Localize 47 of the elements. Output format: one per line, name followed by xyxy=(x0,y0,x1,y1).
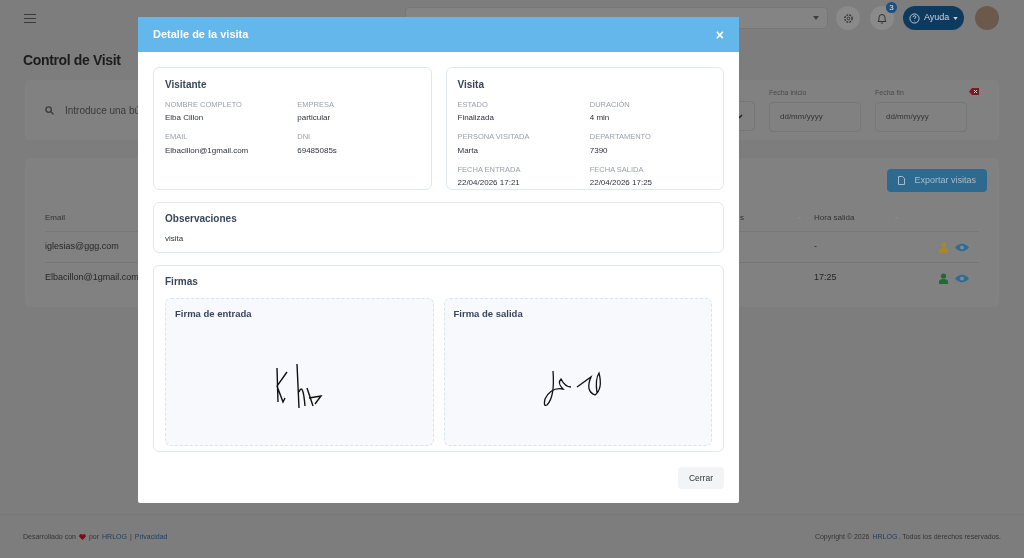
card-title: Visitante xyxy=(165,78,208,92)
card-title: Firmas xyxy=(165,275,199,289)
field-value: Elbacillon@1gmail.com xyxy=(165,144,250,157)
caret-icon xyxy=(813,16,819,20)
search-icon xyxy=(45,105,54,115)
close-button[interactable]: × xyxy=(715,27,724,42)
table-cell-text: 17:25 xyxy=(814,271,838,285)
page-title: Control de Visit xyxy=(23,51,122,70)
bell-icon xyxy=(877,12,887,24)
help-button[interactable]: Ayuda xyxy=(903,6,965,30)
settings-button[interactable] xyxy=(836,6,860,30)
column-header: Hora salida xyxy=(814,211,856,224)
menu-icon[interactable] xyxy=(24,13,36,23)
file-icon xyxy=(898,176,906,185)
export-button[interactable]: Exportar visitas xyxy=(887,169,987,192)
field-value: particular xyxy=(297,112,332,125)
caret-icon xyxy=(953,16,959,20)
eye-icon[interactable] xyxy=(955,242,969,252)
field-value: Finalizada xyxy=(457,112,495,125)
card-title: Visita xyxy=(457,78,485,92)
field-value: 69485085s xyxy=(297,144,338,157)
notification-badge: 3 xyxy=(886,2,897,13)
field-value: Marta xyxy=(457,144,479,157)
signature-title: Firma de entrada xyxy=(175,307,253,321)
date-field[interactable]: dd/mm/yyyy xyxy=(875,101,967,132)
table-cell-text: iglesias@ggg.com xyxy=(45,240,120,254)
help-icon xyxy=(909,12,920,24)
field-value: 22/04/2026 17:25 xyxy=(589,176,654,189)
field-value: Elba Cillon xyxy=(165,112,205,125)
field-value: 22/04/2026 17:21 xyxy=(457,176,521,189)
eye-icon[interactable] xyxy=(955,273,969,283)
date-field[interactable]: dd/mm/yyyy xyxy=(769,101,861,132)
observations-text: visita xyxy=(165,233,185,245)
close-modal-button[interactable]: Cerrar xyxy=(677,467,724,489)
chevron-icon xyxy=(736,113,743,119)
avatar[interactable] xyxy=(975,6,1000,30)
card-title: Observaciones xyxy=(165,212,238,226)
heart-icon xyxy=(78,534,86,541)
settings-icon xyxy=(842,12,854,24)
table-cell-text: Elbacillon@1gmail.com xyxy=(45,271,140,285)
field-value: 7390 xyxy=(589,144,609,157)
signature-title: Firma de salida xyxy=(453,307,524,321)
field-value: 4 min xyxy=(589,112,611,125)
column-header: Email xyxy=(45,211,66,224)
table-cell-text: - xyxy=(814,240,818,254)
clear-filter-icon[interactable] xyxy=(969,88,979,95)
modal-title: Detalle de la visita xyxy=(153,27,249,43)
